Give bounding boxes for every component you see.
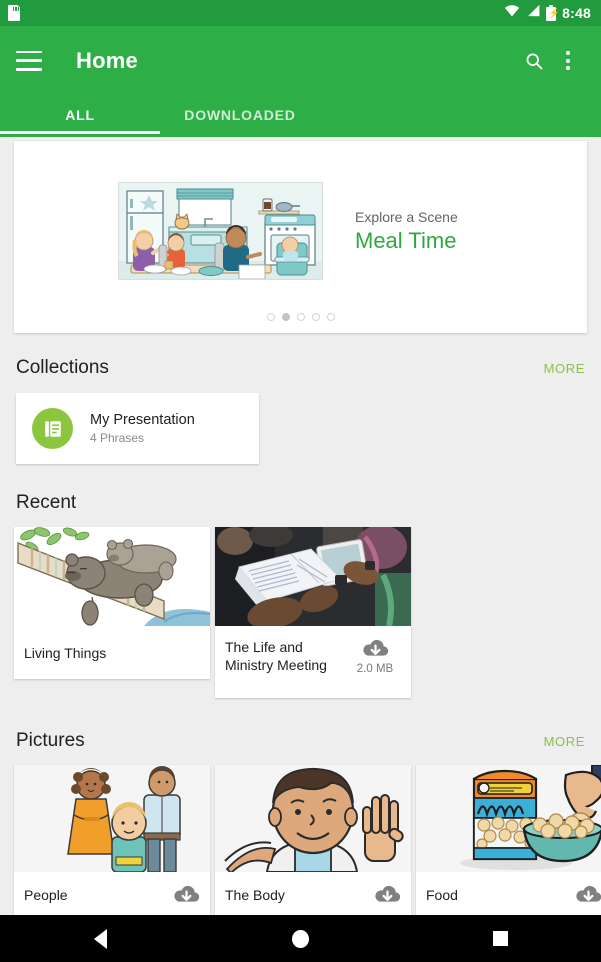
recent-card-footer: Living Things	[14, 626, 210, 679]
recents-square-icon	[493, 931, 509, 946]
carousel-dots	[14, 313, 587, 321]
picture-card-footer: People	[14, 872, 210, 915]
carousel-dot[interactable]	[326, 313, 335, 321]
app-bar: Home	[0, 26, 601, 95]
collection-card-my-presentation[interactable]: My Presentation 4 Phrases	[16, 393, 259, 464]
sd-card-icon	[8, 5, 20, 21]
pictures-title: Pictures	[16, 730, 85, 751]
recent-card-title: Living Things	[24, 644, 107, 661]
status-bar-left	[8, 5, 504, 21]
status-bar-clock: 8:48	[562, 5, 591, 21]
picture-thumbnail-the-body	[215, 765, 411, 872]
collection-subtitle: 4 Phrases	[90, 431, 145, 445]
picture-card-footer: Food	[416, 872, 601, 915]
collections-header: Collections MORE	[0, 357, 601, 379]
carousel-dot-active[interactable]	[281, 313, 290, 321]
picture-card-footer: The Body	[215, 872, 411, 915]
tab-bar: ALL DOWNLOADED	[0, 95, 601, 137]
recent-card-living-things[interactable]: Living Things	[14, 527, 210, 679]
recent-section: Recent Living Things The Life and Minist…	[0, 492, 601, 698]
banner-inner: Explore a Scene Meal Time	[14, 182, 587, 280]
recent-card-title: The Life and Ministry Meeting	[225, 639, 327, 673]
tab-downloaded[interactable]: DOWNLOADED	[160, 95, 320, 134]
document-list-icon	[32, 408, 73, 449]
collections-title: Collections	[16, 357, 109, 378]
picture-card-title: Food	[426, 887, 458, 903]
search-icon	[526, 53, 543, 69]
download-badge[interactable]: 2.0 MB	[349, 638, 401, 675]
pictures-card-row: People The Body Food	[0, 765, 601, 915]
cloud-download-icon[interactable]	[374, 884, 401, 907]
collections-section: Collections MORE My Presentation 4 Phras…	[0, 357, 601, 464]
cell-signal-icon	[526, 4, 540, 22]
recent-card-footer: The Life and Ministry Meeting 2.0 MB	[215, 626, 411, 698]
carousel-dot[interactable]	[311, 313, 320, 321]
recent-header: Recent	[0, 492, 601, 514]
tab-all[interactable]: ALL	[0, 95, 160, 134]
nav-home-button[interactable]	[270, 915, 330, 962]
recent-card-row: Living Things The Life and Ministry Meet…	[0, 527, 601, 698]
more-vertical-icon	[566, 51, 570, 70]
search-button[interactable]	[517, 44, 551, 78]
recent-thumbnail-meeting	[215, 527, 411, 626]
status-bar-right: ⚡ 8:48	[504, 4, 591, 22]
recent-thumbnail-bears	[14, 527, 210, 626]
cloud-download-icon[interactable]	[173, 884, 200, 907]
pictures-section: Pictures MORE People The Body Food	[0, 730, 601, 915]
download-size: 2.0 MB	[356, 663, 394, 675]
picture-card-title: People	[24, 887, 68, 903]
cloud-download-icon	[362, 639, 388, 656]
pictures-more-link[interactable]: MORE	[544, 734, 585, 749]
battery-charging-icon: ⚡	[546, 5, 560, 21]
hamburger-menu-icon[interactable]	[16, 50, 42, 71]
featured-banner-card[interactable]: Explore a Scene Meal Time	[14, 141, 587, 333]
pictures-header: Pictures MORE	[0, 730, 601, 752]
wifi-icon	[504, 4, 520, 22]
collection-name: My Presentation	[90, 412, 195, 428]
picture-card-food[interactable]: Food	[416, 765, 601, 915]
picture-thumbnail-food	[416, 765, 601, 872]
collections-more-link[interactable]: MORE	[544, 361, 585, 376]
app-root: ⚡ 8:48 Home ALL DOWNLOADED Explore a Sce…	[0, 0, 601, 962]
banner-scene-illustration	[118, 182, 323, 280]
banner-text-block: Explore a Scene Meal Time	[355, 209, 458, 254]
status-bar: ⚡ 8:48	[0, 0, 601, 26]
carousel-dot[interactable]	[266, 313, 275, 321]
recent-card-life-and-ministry-meeting[interactable]: The Life and Ministry Meeting 2.0 MB	[215, 527, 411, 698]
nav-back-button[interactable]	[70, 915, 130, 962]
page-title: Home	[76, 47, 138, 73]
carousel-dot[interactable]	[296, 313, 305, 321]
android-navigation-bar	[0, 915, 601, 962]
nav-recents-button[interactable]	[471, 915, 531, 962]
home-circle-icon	[291, 929, 309, 948]
picture-thumbnail-people	[14, 765, 210, 872]
banner-kicker: Explore a Scene	[355, 208, 458, 225]
banner-title: Meal Time	[355, 227, 457, 253]
recent-title: Recent	[16, 492, 77, 513]
scroll-content[interactable]: Explore a Scene Meal Time Collections MO…	[0, 137, 601, 915]
overflow-menu-button[interactable]	[551, 44, 585, 78]
picture-card-title: The Body	[225, 887, 285, 903]
back-triangle-icon	[93, 928, 107, 949]
cloud-download-icon[interactable]	[575, 884, 601, 907]
collection-meta: My Presentation 4 Phrases	[90, 412, 195, 445]
picture-card-the-body[interactable]: The Body	[215, 765, 411, 915]
picture-card-people[interactable]: People	[14, 765, 210, 915]
